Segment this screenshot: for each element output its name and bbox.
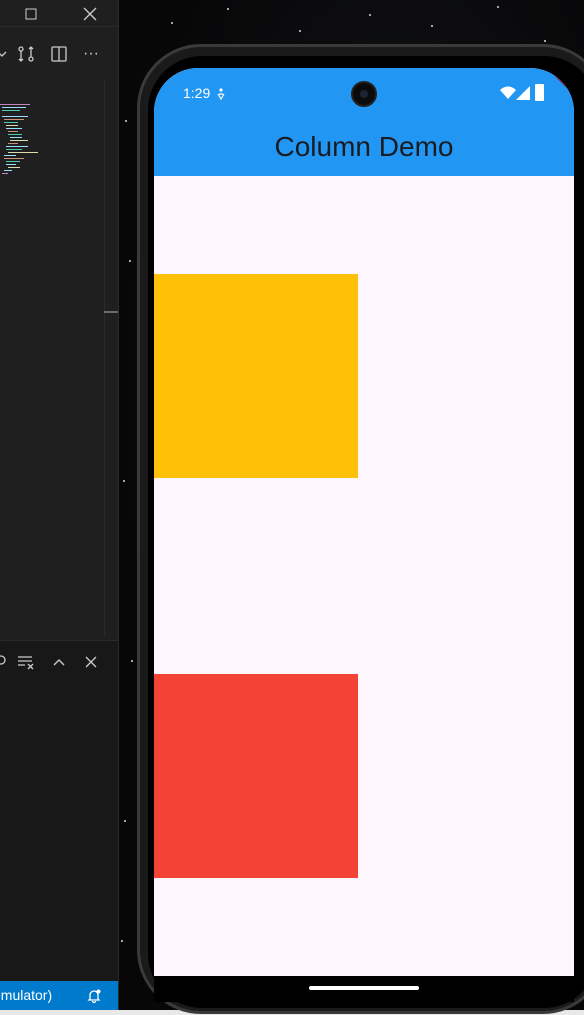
bell-icon[interactable] [86, 988, 102, 1004]
clear-output-icon [18, 656, 34, 670]
status-time: 1:29 [183, 85, 211, 101]
bottom-panel [0, 640, 118, 981]
restore-button[interactable] [14, 0, 48, 27]
home-pill[interactable] [309, 986, 419, 990]
vscode-titlebar [0, 0, 118, 27]
code-minimap [0, 80, 104, 640]
notification-icon [217, 88, 225, 100]
amber-box [154, 274, 358, 478]
front-camera [351, 81, 377, 107]
app-bar-title: Column Demo [274, 131, 454, 162]
gesture-nav-bar [154, 976, 574, 1002]
vscode-window: ··· mulator) [0, 0, 119, 1010]
chevron-down-button[interactable] [0, 44, 12, 64]
panel-search-button[interactable] [0, 651, 14, 673]
battery-icon [535, 84, 544, 101]
compare-changes-button[interactable] [16, 44, 36, 64]
close-icon [83, 7, 97, 20]
more-actions-icon: ··· [83, 45, 99, 62]
maximize-panel-icon [53, 659, 65, 666]
phone-screen: 1:29 DEBUG Column Demo [154, 68, 574, 976]
restore-icon [25, 8, 37, 19]
more-actions-button[interactable]: ··· [81, 44, 101, 64]
editor-scrollbar[interactable] [104, 80, 118, 636]
close-panel-icon [85, 656, 97, 668]
signal-icon [516, 86, 530, 100]
split-editor-icon [51, 46, 67, 62]
split-editor-button[interactable] [49, 44, 69, 64]
red-box [154, 674, 358, 878]
desktop: ··· mulator) 1:29 DEBUG Column Demo [0, 0, 584, 1015]
editor-toolbar: ··· [0, 36, 118, 72]
close-window-button[interactable] [73, 0, 107, 27]
device-selector[interactable]: emulator) [0, 981, 52, 1010]
statusbar: emulator) [0, 981, 118, 1010]
source-control-compare-icon [18, 46, 34, 62]
app-bar: 1:29 DEBUG Column Demo [154, 68, 574, 176]
maximize-panel-button[interactable] [48, 651, 70, 673]
editor-scroll-thumb[interactable] [104, 311, 118, 313]
chevron-down-icon [0, 51, 7, 57]
search-icon [0, 655, 6, 665]
clear-output-button[interactable] [15, 651, 37, 673]
close-panel-button[interactable] [80, 651, 102, 673]
wifi-icon [500, 86, 516, 99]
